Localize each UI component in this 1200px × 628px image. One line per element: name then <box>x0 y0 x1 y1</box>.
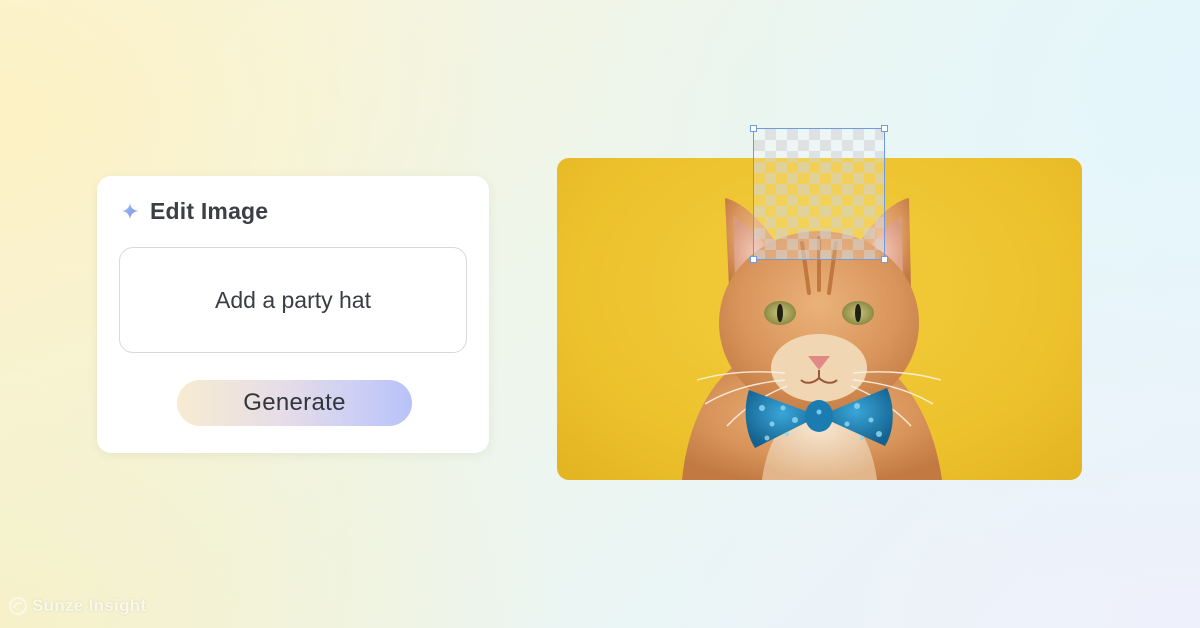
prompt-input[interactable]: Add a party hat <box>119 247 467 353</box>
generate-button-label: Generate <box>243 389 346 416</box>
panel-title: Edit Image <box>150 197 269 224</box>
logo-icon <box>9 597 27 615</box>
watermark: Sunze Insight <box>8 596 146 616</box>
resize-handle-bottom-left[interactable] <box>750 256 757 263</box>
selection-box[interactable] <box>750 125 888 263</box>
sparkle-icon <box>121 202 139 220</box>
watermark-text: Sunze Insight <box>32 596 147 615</box>
resize-handle-top-right[interactable] <box>881 125 888 132</box>
edit-image-panel: Edit Image Add a party hat Generate <box>97 176 489 453</box>
prompt-text: Add a party hat <box>215 286 371 313</box>
panel-header: Edit Image <box>121 196 268 226</box>
resize-handle-bottom-right[interactable] <box>881 256 888 263</box>
resize-handle-top-left[interactable] <box>750 125 757 132</box>
generate-button[interactable]: Generate <box>177 380 412 426</box>
